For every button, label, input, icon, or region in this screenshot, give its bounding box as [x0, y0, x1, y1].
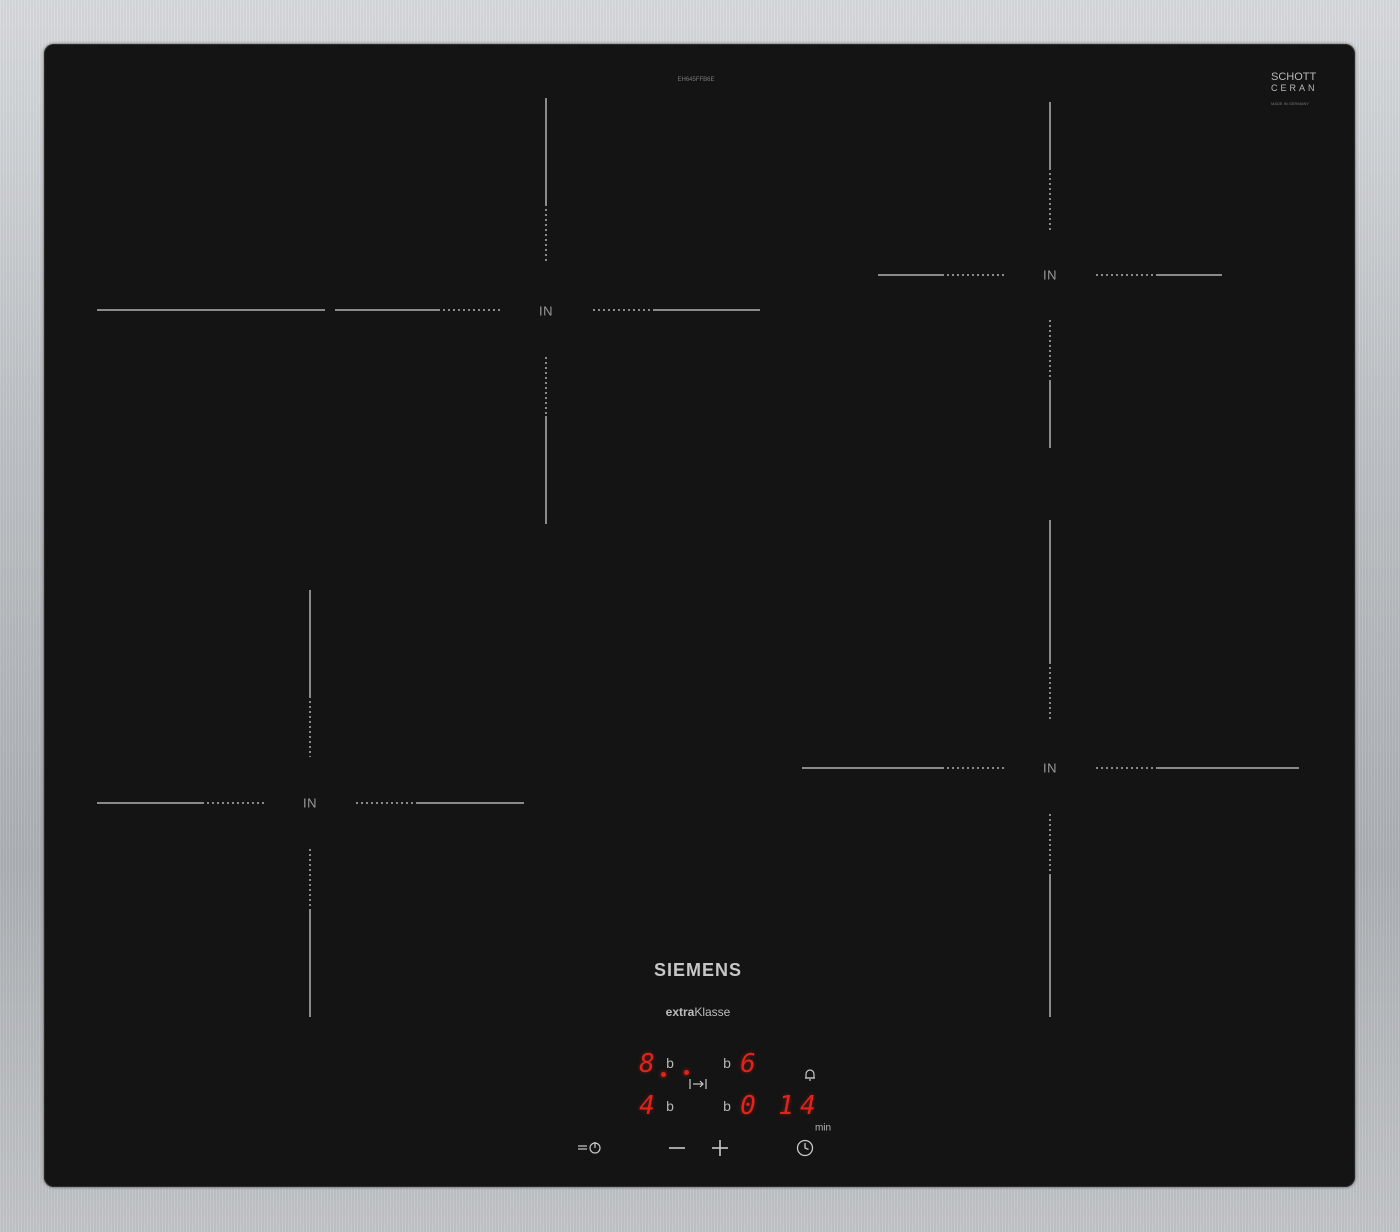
rear-right-booster-mark: b: [723, 1055, 731, 1071]
brand-logo: SIEMENS: [653, 960, 743, 980]
arrow-to-bar-icon: [689, 1079, 707, 1089]
minus-icon: [669, 1147, 685, 1149]
zone-label-front-right: IN: [1043, 760, 1057, 776]
ceramic-glass-surface: EH645FFB6E SCHOTT CERAN MADE IN GERMANY …: [44, 44, 1355, 1187]
active-zone-dot: [684, 1070, 689, 1075]
alarm-button[interactable]: [800, 1065, 820, 1085]
series-label: extraKlasse: [665, 1005, 731, 1019]
rear-left-booster-mark: b: [666, 1055, 674, 1071]
clock-icon: [796, 1139, 814, 1157]
front-left-level-display[interactable]: 4: [639, 1091, 655, 1121]
powerboost-button[interactable]: [687, 1076, 709, 1092]
rear-left-level-display[interactable]: 8: [639, 1049, 655, 1079]
plus-icon: [712, 1140, 728, 1156]
timer-display[interactable]: 14: [778, 1091, 821, 1121]
model-code: EH645FFB6E: [677, 77, 715, 83]
timer-button[interactable]: [793, 1137, 817, 1159]
zone-label-rear-right: IN: [1043, 267, 1057, 283]
power-button[interactable]: [575, 1137, 605, 1159]
residual-heat-dot: [661, 1072, 666, 1077]
timer-unit-label: min: [814, 1122, 832, 1134]
bell-icon: [805, 1069, 815, 1081]
zone-label-rear-left: IN: [539, 303, 553, 319]
front-right-level-display[interactable]: 0: [740, 1091, 756, 1121]
rear-right-level-display[interactable]: 6: [740, 1049, 756, 1079]
front-left-booster-mark: b: [666, 1098, 674, 1114]
zone-label-front-left: IN: [303, 795, 317, 811]
glass-maker-logo: SCHOTT CERAN MADE IN GERMANY: [1271, 71, 1318, 107]
front-right-booster-mark: b: [723, 1098, 731, 1114]
minus-button[interactable]: [664, 1137, 690, 1159]
plus-button[interactable]: [707, 1137, 733, 1159]
power-key-icon: [578, 1142, 601, 1154]
